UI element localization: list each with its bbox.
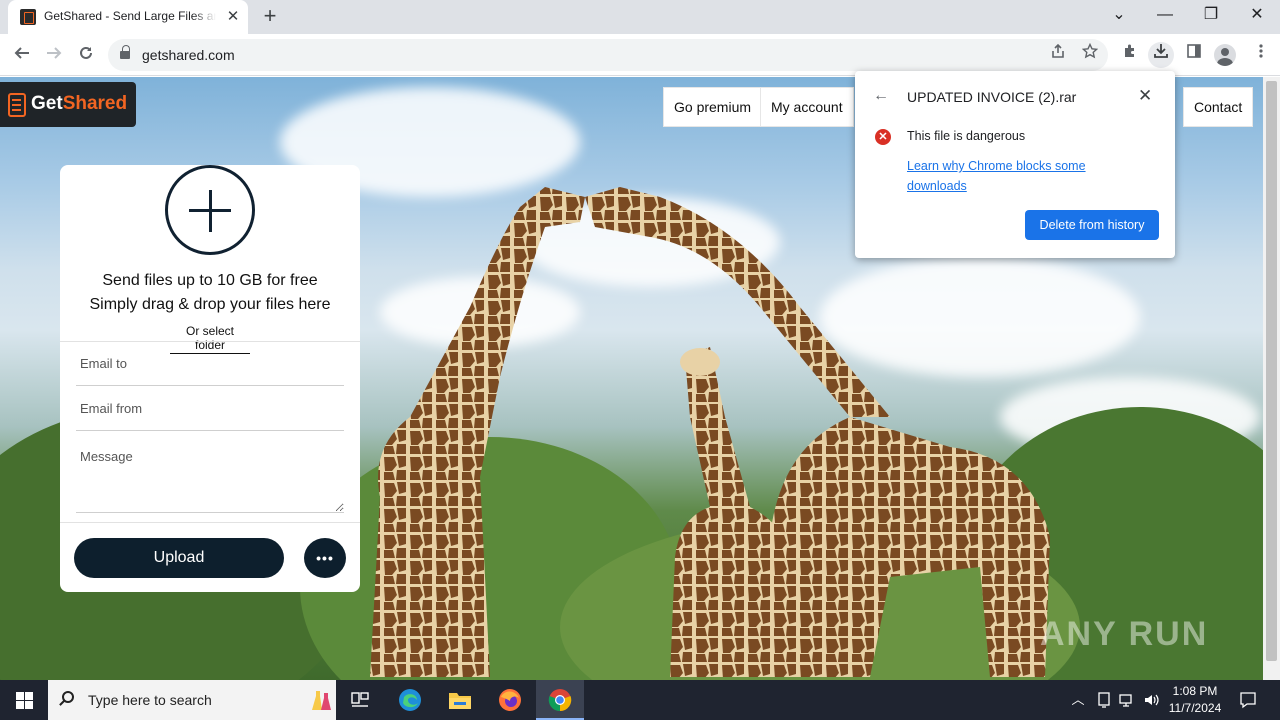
taskbar-search-text: Type here to search (88, 692, 212, 708)
back-arrow-icon[interactable] (8, 42, 36, 70)
download-filename: UPDATED INVOICE (2).rar (907, 89, 1077, 105)
nav-my-account[interactable]: My account (760, 87, 854, 127)
logo-text-shared: Shared (62, 93, 128, 114)
danger-icon: ✕ (875, 129, 891, 145)
reload-icon[interactable] (72, 42, 100, 70)
extensions-icon[interactable] (1117, 42, 1143, 68)
message-field[interactable] (76, 441, 344, 513)
learn-why-blocked-link[interactable]: Learn why Chrome blocks some downloads (907, 156, 1117, 196)
delete-from-history-button[interactable]: Delete from history (1025, 210, 1159, 240)
email-to-field[interactable] (76, 342, 344, 386)
url-text[interactable]: getshared.com (142, 47, 235, 63)
close-icon[interactable]: ✕ (1138, 86, 1152, 106)
restore-button[interactable]: ❐ (1188, 0, 1234, 34)
lock-icon[interactable] (120, 45, 130, 60)
tab-strip: GetShared - Send Large Files and Folders… (0, 0, 1280, 34)
download-icon[interactable] (1148, 42, 1174, 68)
notifications-icon[interactable] (1236, 680, 1260, 720)
nav-go-premium[interactable]: Go premium (663, 87, 763, 127)
browser-tab[interactable]: GetShared - Send Large Files and Folders… (8, 0, 248, 34)
star-icon[interactable] (1077, 42, 1103, 68)
taskbar-search[interactable]: Type here to search (48, 680, 336, 720)
nav-contact[interactable]: Contact (1183, 87, 1254, 127)
share-icon[interactable] (1045, 42, 1071, 68)
chrome-icon[interactable] (536, 680, 584, 720)
taskbar-clock[interactable]: 1:08 PM 11/7/2024 (1164, 680, 1226, 720)
tab-title: GetShared - Send Large Files and Folders (44, 9, 216, 23)
tab-close-icon[interactable]: ✕ (224, 8, 242, 26)
download-bubble: ← UPDATED INVOICE (2).rar ✕ ✕ This file … (855, 71, 1175, 258)
profile-icon[interactable] (1214, 44, 1236, 66)
page-scrollbar[interactable] (1263, 77, 1280, 680)
address-bar[interactable]: getshared.com (108, 39, 1108, 71)
side-panel-icon[interactable] (1181, 42, 1207, 68)
upload-card: Send files up to 10 GB for free Simply d… (60, 165, 360, 592)
tab-search-chevron-icon[interactable]: ⌄ (1096, 0, 1142, 34)
tray-chevron-icon[interactable]: ︿ (1068, 680, 1088, 720)
upload-button[interactable]: Upload (74, 538, 284, 578)
danger-warning-text: This file is dangerous (907, 129, 1026, 143)
getshared-favicon-icon (20, 9, 36, 25)
new-tab-button[interactable]: + (258, 5, 282, 29)
scrollbar-thumb[interactable] (1266, 81, 1277, 661)
tray-device-icon[interactable] (1094, 680, 1114, 720)
search-highlight-icon (312, 691, 331, 710)
add-files-plus-icon[interactable] (165, 165, 255, 255)
getshared-logo-icon (8, 93, 26, 117)
kebab-menu-icon[interactable] (1248, 42, 1274, 68)
card-divider (60, 522, 360, 523)
minimize-button[interactable]: — (1142, 0, 1188, 34)
getshared-logo[interactable]: GetShared (0, 82, 136, 127)
email-from-field[interactable] (76, 387, 344, 431)
firefox-icon[interactable] (486, 680, 534, 720)
logo-text-get: Get (31, 93, 63, 114)
browser-toolbar: getshared.com (0, 34, 1280, 76)
upload-limit-text: Send files up to 10 GB for free (102, 272, 318, 289)
edge-icon[interactable] (386, 680, 434, 720)
forward-arrow-icon[interactable] (40, 42, 68, 70)
back-arrow-icon[interactable]: ← (873, 87, 889, 105)
anyrun-watermark: ANY RUN (1040, 615, 1209, 653)
volume-icon[interactable] (1140, 680, 1162, 720)
drag-drop-text: Simply drag & drop your files here (89, 296, 331, 313)
clock-date: 11/7/2024 (1168, 701, 1222, 715)
more-options-button[interactable]: ••• (304, 538, 346, 578)
clock-time: 1:08 PM (1172, 684, 1218, 698)
windows-start-icon[interactable] (0, 680, 48, 720)
network-icon[interactable] (1116, 680, 1138, 720)
close-window-button[interactable]: ✕ (1234, 0, 1280, 34)
file-explorer-icon[interactable] (436, 680, 484, 720)
task-view-icon[interactable] (336, 680, 384, 720)
windows-taskbar: Type here to search ︿ 1:08 PM 11/7/2024 (0, 680, 1280, 720)
search-icon (62, 691, 74, 703)
